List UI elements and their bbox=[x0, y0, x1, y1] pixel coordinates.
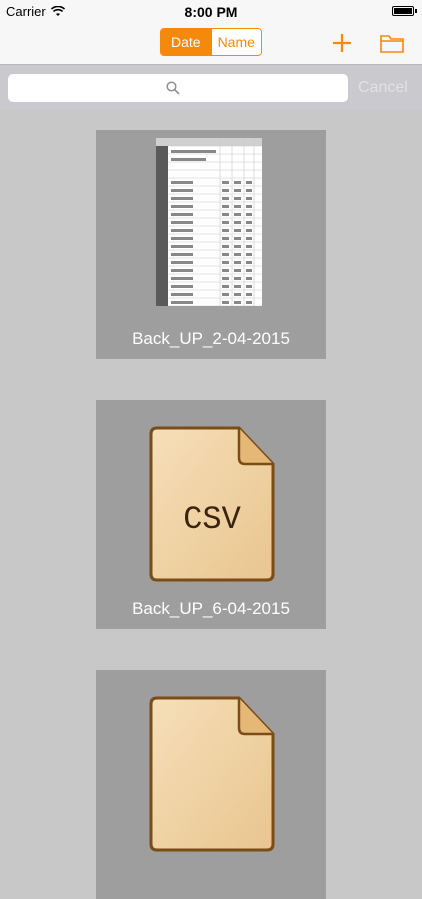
sort-segmented-control[interactable]: Date Name bbox=[160, 28, 262, 56]
battery-icon bbox=[392, 6, 417, 16]
navigation-bar: Date Name bbox=[0, 24, 422, 64]
status-time: 8:00 PM bbox=[184, 4, 238, 20]
search-input[interactable] bbox=[8, 74, 348, 102]
file-tile[interactable] bbox=[96, 670, 326, 899]
folder-icon[interactable] bbox=[378, 30, 406, 56]
add-icon[interactable] bbox=[328, 30, 356, 56]
cancel-button[interactable]: Cancel bbox=[358, 79, 408, 97]
file-tile[interactable]: CSV Back_UP_6-04-2015 bbox=[96, 400, 326, 629]
sort-by-name-button[interactable]: Name bbox=[210, 29, 261, 55]
search-field[interactable] bbox=[8, 74, 348, 102]
csv-icon-text: CSV bbox=[183, 501, 241, 538]
file-name: Back_UP_6-04-2015 bbox=[132, 599, 290, 618]
status-bar: Carrier 8:00 PM bbox=[0, 0, 422, 24]
csv-file-icon bbox=[149, 696, 275, 852]
spreadsheet-thumbnail bbox=[156, 138, 262, 306]
search-bar: Cancel bbox=[0, 64, 422, 110]
file-name: Back_UP_2-04-2015 bbox=[132, 329, 290, 348]
csv-file-icon: CSV bbox=[149, 426, 275, 582]
sort-by-date-button[interactable]: Date bbox=[161, 29, 211, 55]
file-tile[interactable]: Back_UP_2-04-2015 bbox=[96, 130, 326, 359]
file-list: Back_UP_2-04-2015 CSV Back_UP_6-04-2015 bbox=[0, 110, 422, 899]
